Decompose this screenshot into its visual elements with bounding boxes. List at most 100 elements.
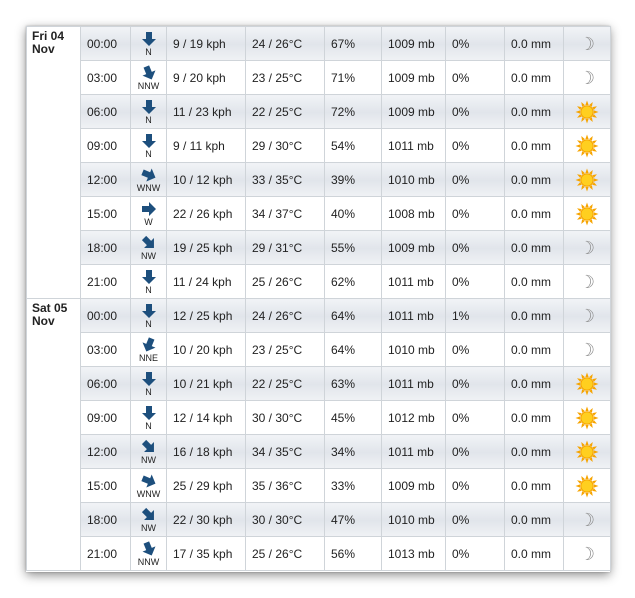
pressure-cell: 1013 mb [381, 536, 446, 571]
wind-arrow-icon [141, 133, 156, 148]
wind-arrow-icon [141, 235, 154, 248]
wind-direction-label: W [144, 216, 153, 227]
time-cell: 09:00 [80, 400, 131, 435]
weather-icon-cell [563, 400, 611, 435]
precipitation-cell: 0.0 mm [504, 332, 564, 367]
pressure-cell: 1009 mb [381, 26, 446, 61]
wind-direction-cell: NW [130, 230, 167, 265]
wind-speed-cell: 9 / 11 kph [166, 128, 246, 163]
moon-icon: ☽ [578, 509, 596, 530]
time-cell: 09:00 [80, 128, 131, 163]
precipitation-cell: 0.0 mm [504, 536, 564, 571]
rain-chance-cell: 0% [445, 60, 505, 95]
humidity-cell: 62% [324, 264, 382, 299]
weather-icon-cell: ☽ [563, 332, 611, 367]
wind-arrow-icon [140, 168, 155, 181]
wind-speed-cell: 12 / 14 kph [166, 400, 246, 435]
wind-direction-label: NW [141, 454, 156, 465]
wind-direction-cell: WNW [130, 468, 167, 503]
pressure-cell: 1009 mb [381, 468, 446, 503]
weather-icon-cell [563, 128, 611, 163]
pressure-cell: 1011 mb [381, 434, 446, 469]
day-label: Sat 05 Nov [26, 298, 81, 571]
humidity-cell: 55% [324, 230, 382, 265]
wind-direction-label: NNE [138, 352, 158, 363]
wind-direction-label: N [145, 46, 152, 57]
sun-icon [575, 202, 599, 225]
temperature-cell: 23 / 25°C [245, 332, 325, 367]
wind-direction-label: N [145, 318, 152, 329]
rain-chance-cell: 0% [445, 264, 505, 299]
sun-icon [575, 372, 599, 395]
temperature-cell: 34 / 37°C [245, 196, 325, 231]
wind-speed-cell: 17 / 35 kph [166, 536, 246, 571]
wind-direction-label: NW [141, 522, 156, 533]
humidity-cell: 39% [324, 162, 382, 197]
pressure-cell: 1009 mb [381, 230, 446, 265]
moon-icon: ☽ [578, 33, 596, 54]
pressure-cell: 1009 mb [381, 94, 446, 129]
precipitation-cell: 0.0 mm [504, 162, 564, 197]
temperature-cell: 29 / 31°C [245, 230, 325, 265]
weather-icon-cell: ☽ [563, 536, 611, 571]
time-cell: 12:00 [80, 162, 131, 197]
wind-arrow-icon [141, 405, 156, 420]
wind-direction-cell: N [130, 94, 167, 129]
table-row: 12:00 WNW 10 / 12 kph 33 / 35°C 39% 1010 mb 0%… [27, 162, 611, 197]
temperature-cell: 35 / 36°C [245, 468, 325, 503]
sun-icon [575, 440, 599, 463]
sun-icon [575, 406, 599, 429]
wind-speed-cell: 22 / 30 kph [166, 502, 246, 537]
moon-icon: ☽ [578, 543, 596, 564]
time-cell: 18:00 [80, 502, 131, 537]
sun-icon [575, 134, 599, 157]
weather-icon-cell [563, 468, 611, 503]
wind-direction-label: N [145, 386, 152, 397]
moon-icon: ☽ [578, 305, 596, 326]
table-row: 21:00 N 11 / 24 kph 25 / 26°C 62% 1011 mb 0% 0.… [27, 264, 611, 299]
humidity-cell: 54% [324, 128, 382, 163]
wind-direction-label: NW [141, 250, 156, 261]
table-row: 09:00 N 12 / 14 kph 30 / 30°C 45% 1012 mb 0% 0.… [27, 400, 611, 435]
rain-chance-cell: 1% [445, 298, 505, 333]
weather-icon-cell [563, 366, 611, 401]
wind-direction-cell: WNW [130, 162, 167, 197]
wind-direction-label: N [145, 284, 152, 295]
temperature-cell: 22 / 25°C [245, 366, 325, 401]
wind-direction-cell: N [130, 366, 167, 401]
wind-arrow-icon [141, 439, 154, 452]
wind-direction-cell: N [130, 400, 167, 435]
time-cell: 15:00 [80, 196, 131, 231]
pressure-cell: 1010 mb [381, 332, 446, 367]
sun-icon [575, 168, 599, 191]
table-row: 18:00 NW 22 / 30 kph 30 / 30°C 47% 1010 mb 0% 0… [27, 502, 611, 537]
wind-direction-label: N [145, 420, 152, 431]
wind-direction-cell: NW [130, 434, 167, 469]
wind-speed-cell: 19 / 25 kph [166, 230, 246, 265]
rain-chance-cell: 0% [445, 230, 505, 265]
humidity-cell: 34% [324, 434, 382, 469]
time-cell: 12:00 [80, 434, 131, 469]
humidity-cell: 47% [324, 502, 382, 537]
wind-speed-cell: 9 / 19 kph [166, 26, 246, 61]
time-cell: 21:00 [80, 536, 131, 571]
weather-icon-cell [563, 196, 611, 231]
wind-speed-cell: 10 / 12 kph [166, 162, 246, 197]
wind-speed-cell: 22 / 26 kph [166, 196, 246, 231]
pressure-cell: 1012 mb [381, 400, 446, 435]
precipitation-cell: 0.0 mm [504, 230, 564, 265]
time-cell: 18:00 [80, 230, 131, 265]
moon-icon: ☽ [578, 271, 596, 292]
temperature-cell: 29 / 30°C [245, 128, 325, 163]
wind-direction-cell: N [130, 298, 167, 333]
moon-icon: ☽ [578, 339, 596, 360]
weather-icon-cell: ☽ [563, 26, 611, 61]
wind-direction-cell: N [130, 264, 167, 299]
table-row: Fri 04 Nov 00:00 N 9 / 19 kph 24 / 26°C 67% 100… [26, 26, 611, 299]
pressure-cell: 1008 mb [381, 196, 446, 231]
time-cell: 06:00 [80, 366, 131, 401]
rain-chance-cell: 0% [445, 26, 505, 61]
temperature-cell: 25 / 26°C [245, 264, 325, 299]
temperature-cell: 24 / 26°C [245, 26, 325, 61]
weather-icon-cell [563, 162, 611, 197]
